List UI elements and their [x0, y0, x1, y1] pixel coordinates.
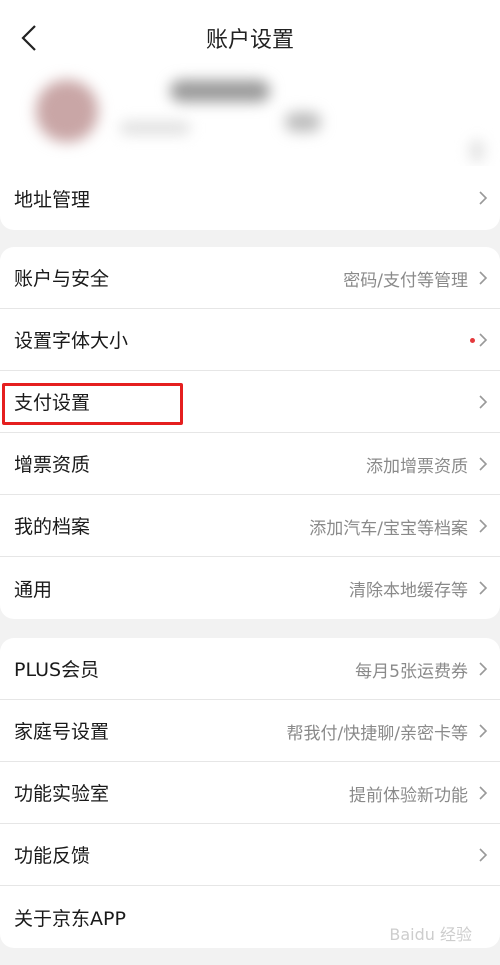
profile-meta-blur	[120, 122, 190, 134]
row-label: 我的档案	[14, 516, 91, 538]
row-label: 功能实验室	[14, 783, 110, 805]
chevron-right-icon	[479, 662, 488, 676]
row-my-profile[interactable]: 我的档案 添加汽车/宝宝等档案	[0, 495, 500, 557]
row-feature-lab[interactable]: 功能实验室 提前体验新功能	[0, 762, 500, 824]
settings-group-main: 账户与安全 密码/支付等管理 设置字体大小 支付设置 增票资质 添加增票资质 我…	[0, 247, 500, 619]
profile-card[interactable]	[0, 60, 500, 166]
row-subtitle: 添加汽车/宝宝等档案	[309, 518, 468, 539]
chevron-right-icon	[479, 786, 488, 800]
row-label: 关于京东APP	[14, 907, 126, 930]
row-address[interactable]: 地址管理	[0, 166, 500, 230]
row-family-account[interactable]: 家庭号设置 帮我付/快捷聊/亲密卡等	[0, 700, 500, 762]
address-group: 地址管理	[0, 166, 500, 230]
row-label: 功能反馈	[14, 845, 91, 867]
row-label: 支付设置	[14, 392, 91, 414]
settings-group-more: PLUS会员 每月5张运费券 家庭号设置 帮我付/快捷聊/亲密卡等 功能实验室 …	[0, 638, 500, 948]
notification-dot	[470, 337, 475, 343]
row-label: 设置字体大小	[14, 330, 129, 352]
watermark: Baidu 经验	[389, 925, 472, 944]
chevron-right-icon	[479, 333, 488, 347]
avatar	[36, 80, 98, 142]
row-subtitle: 清除本地缓存等	[349, 580, 468, 601]
profile-chevron-blur	[470, 140, 484, 162]
row-subtitle: 添加增票资质	[366, 456, 468, 477]
row-label: 账户与安全	[14, 268, 110, 290]
chevron-right-icon	[479, 271, 488, 285]
username-blur	[170, 80, 270, 102]
row-payment-settings[interactable]: 支付设置	[0, 371, 500, 433]
row-font-size[interactable]: 设置字体大小	[0, 309, 500, 371]
row-label: 家庭号设置	[14, 721, 110, 743]
chevron-right-icon	[479, 457, 488, 471]
chevron-right-icon	[479, 724, 488, 738]
row-plus-member[interactable]: PLUS会员 每月5张运费券	[0, 638, 500, 700]
chevron-right-icon	[479, 519, 488, 533]
row-subtitle: 每月5张运费券	[355, 661, 468, 682]
row-feedback[interactable]: 功能反馈	[0, 824, 500, 886]
chevron-right-icon	[479, 395, 488, 409]
chevron-right-icon	[479, 848, 488, 862]
row-label: 增票资质	[14, 454, 91, 476]
row-general[interactable]: 通用 清除本地缓存等	[0, 557, 500, 619]
row-label: 通用	[14, 578, 53, 601]
page-title: 账户设置	[205, 28, 294, 53]
row-subtitle: 密码/支付等管理	[343, 270, 468, 291]
row-vat-qualification[interactable]: 增票资质 添加增票资质	[0, 433, 500, 495]
row-subtitle: 帮我付/快捷聊/亲密卡等	[286, 723, 468, 744]
chevron-right-icon	[479, 581, 488, 595]
profile-meta-blur-2	[285, 112, 321, 132]
row-account-security[interactable]: 账户与安全 密码/支付等管理	[0, 247, 500, 309]
chevron-right-icon	[479, 191, 488, 205]
row-label: PLUS会员	[14, 659, 100, 681]
row-subtitle: 提前体验新功能	[349, 785, 468, 806]
row-label: 地址管理	[14, 188, 91, 211]
